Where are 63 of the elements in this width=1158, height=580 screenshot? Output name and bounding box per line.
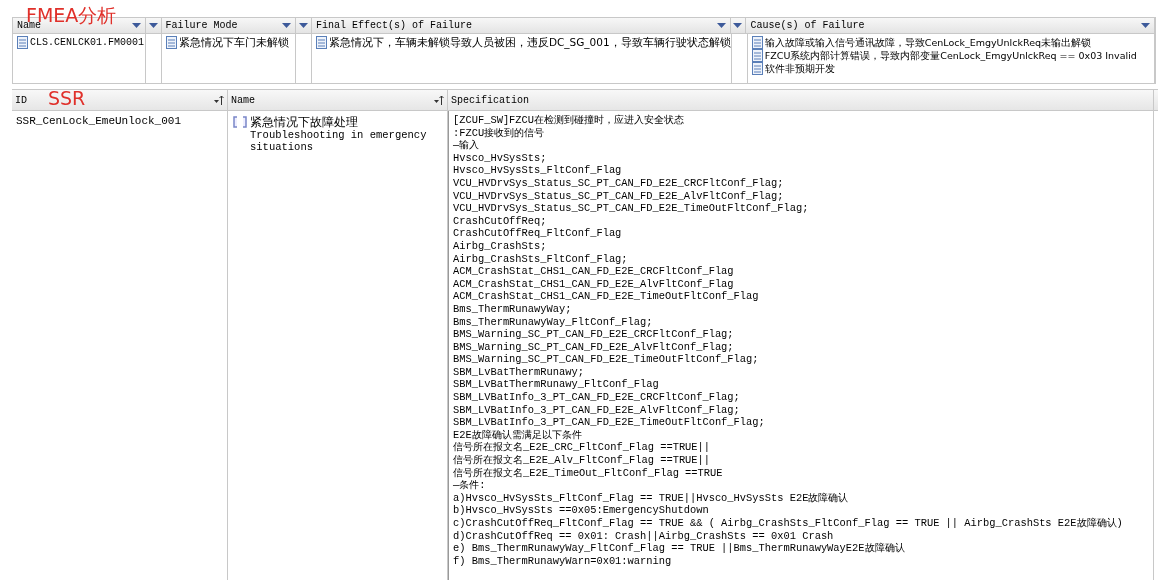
specification-line: a)Hvsco_HvSysSts_FltConf_Flag == TRUE||Hvsco_HvSysSts E2E故障确认 [453,491,849,504]
specification-line: BMS_Warning_SC_PT_CAN_FD_E2E_CRCFltConf_Flag; [453,328,734,341]
table-cell: 软件非预期开发 [764,62,835,75]
dropdown-icon[interactable] [1141,22,1150,29]
column-header[interactable]: ID [15,94,27,106]
specification-line: VCU_HVDrvSys_Status_SC_PT_CAN_FD_E2E_CRCFltConf_Flag; [453,176,784,189]
sort-icon[interactable] [213,94,224,106]
specification-line: ACM_CrashStat_CHS1_CAN_FD_E2E_AlvFltConf_Flag [453,277,734,290]
column-header[interactable]: Specification [451,94,529,106]
specification-line: SBM_LvBatThermRunawy_FltConf_Flag [453,378,659,391]
specification-line: e) Bms_ThermRunawyWay_FltConf_Flag == TRUE ||Bms_ThermRunawyWayE2E故障确认 [453,542,905,555]
specification-line: Airbg_CrashSts; [453,239,547,252]
specification-line: SBM_LVBatInfo_3_PT_CAN_FD_E2E_TimeOutFltConf_Flag; [453,416,765,429]
specification-line: ACM_CrashStat_CHS1_CAN_FD_E2E_CRCFltConf_Flag [453,265,734,278]
bracket-icon [232,116,248,128]
specification-line: :FZCU接收到的信号 [453,126,545,139]
table-cell: 输入故障或输入信号通讯故障，导致CenLock_EmgyUnlckReq未输出解锁 [764,36,1091,49]
specification-line: f) Bms_ThermRunawyWarn=0x01:warning [453,554,672,567]
table-cell: FZCU系统内部计算错误，导致内部变量CenLock_EmgyUnlckReq == 0x03 Invalid [764,49,1137,62]
specification-line: Bms_ThermRunawyWay; [453,302,572,315]
annotation-label: SSR [48,87,86,109]
specification-line: d)CrashCutOffReq == 0x01: Crash||Airbg_CrashSts == 0x01 Crash [453,529,834,542]
specification-line: SBM_LVBatInfo_3_PT_CAN_FD_E2E_AlvFltConf_Flag; [453,403,740,416]
column-header[interactable]: Final Effect(s) of Failure [316,20,473,31]
table-cell: 紧急情况下，车辆未解锁导致人员被困，违反DC_SG_001，导致车辆行驶状态解锁 [328,36,731,49]
specification-line: BMS_Warning_SC_PT_CAN_FD_E2E_TimeOutFltConf_Flag; [453,353,759,366]
specification-line: —输入 [453,139,480,152]
specification-line: SBM_LVBatInfo_3_PT_CAN_FD_E2E_CRCFltConf_Flag; [453,391,740,404]
specification-line: CrashCutOffReq; [453,214,547,227]
table-cell: 紧急情况下车门未解锁 [178,36,289,49]
specification-line: CrashCutOffReq_FltConf_Flag [453,227,622,240]
specification-line: 信号所在报文名_E2E_TimeOut_FltConf_Flag ==TRUE [453,466,723,479]
document-icon [165,36,177,49]
table-cell: CLS.CENLCK01.FM0001 [30,36,145,49]
specification-line: BMS_Warning_SC_PT_CAN_FD_E2E_AlvFltConf_Flag; [453,340,734,353]
column-header[interactable]: Name [231,94,255,106]
column-header[interactable]: Failure Mode [165,20,238,31]
document-icon [751,62,763,75]
table-cell: SSR_CenLock_EmeUnlock_001 [16,115,182,127]
specification-line: b)Hvsco_HvSysSts ==0x05:EmergencyShutdown [453,504,709,517]
specification-line: 信号所在报文名_E2E_CRC_FltConf_Flag ==TRUE|| [453,441,711,454]
specification-line: Hvsco_HvSysSts_FltConf_Flag [453,164,622,177]
specification-line: E2E故障确认需满足以下条件 [453,428,582,441]
specification-line: VCU_HVDrvSys_Status_SC_PT_CAN_FD_E2E_TimeOutFltConf_Flag; [453,202,809,215]
document-icon [751,49,763,62]
column-header[interactable]: Cause(s) of Failure [750,20,865,31]
specification-line: SBM_LvBatThermRunawy; [453,365,584,378]
specification-line: Hvsco_HvSysSts; [453,151,547,164]
specification-line: VCU_HVDrvSys_Status_SC_PT_CAN_FD_E2E_AlvFltConf_Flag; [453,189,784,202]
specification-line: 信号所在报文名_E2E_Alv_FltConf_Flag ==TRUE|| [453,454,711,467]
specification-line: —条件: [453,479,486,492]
specification-line: Bms_ThermRunawyWay_FltConf_Flag; [453,315,653,328]
table-cell: 紧急情况下故障处理 [250,115,358,129]
document-icon [17,36,28,49]
table-cell-text: Troubleshooting in emergency situations [249,129,428,153]
document-icon [315,36,327,49]
specification-line: c)CrashCutOffReq_FltConf_Flag == TRUE && ( Airbg_CrashSts_FltConf_Flag == TRUE || Airbg_CrashSts E2E故障确认) [453,517,1123,529]
sort-icon[interactable] [433,94,444,106]
specification-line: ACM_CrashStat_CHS1_CAN_FD_E2E_TimeOutFltConf_Flag [453,290,759,303]
document-icon [751,36,763,49]
column-header[interactable]: Name [17,20,41,31]
specification-line: Airbg_CrashSts_FltConf_Flag; [453,252,628,265]
specification-line: [ZCUF_SW]FZCU在检测到碰撞时，应进入安全状态 [453,114,685,126]
